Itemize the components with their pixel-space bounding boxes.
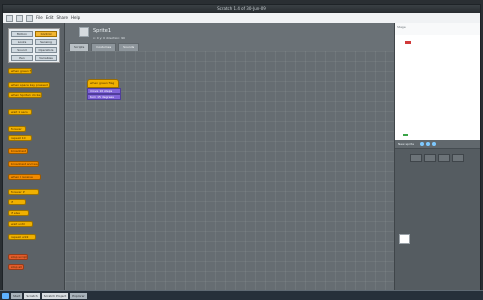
sprite-thumbnail-item[interactable] [438, 154, 450, 162]
start-icon[interactable] [2, 292, 9, 299]
sprite-position-readout: x: 0 y: 0 direction: 90 [93, 36, 125, 40]
taskbar-item[interactable]: Explorer [70, 292, 87, 299]
taskbar-item[interactable]: Scratch Project [41, 292, 69, 299]
category-sound[interactable]: Sound [11, 47, 33, 53]
palette-block[interactable]: repeat 10 [8, 135, 32, 141]
menu-file[interactable]: File [36, 13, 43, 23]
category-sensing[interactable]: Sensing [35, 39, 57, 45]
script-command-block[interactable]: turn 15 degrees [87, 94, 121, 100]
taskbar-item[interactable]: Start [11, 292, 23, 299]
desktop-screen: Scratch 1.4 of 30-Jun-09 File Edit Share… [0, 0, 483, 300]
tab-sounds[interactable]: Sounds [118, 43, 140, 51]
palette-block[interactable]: stop script [8, 254, 28, 260]
open-project-icon[interactable] [16, 14, 23, 22]
window-titlebar: Scratch 1.4 of 30-Jun-09 [3, 5, 480, 13]
blocks-panel: Motion Control Looks Sensing Sound Opera… [3, 23, 65, 291]
sprite-tools [420, 142, 436, 146]
palette-block[interactable]: broadcast [8, 148, 28, 154]
sprite-thumbnail-item[interactable] [424, 154, 436, 162]
palette-block[interactable]: forever if [8, 189, 39, 195]
sprite-list-panel: New sprite [395, 140, 480, 291]
palette-block[interactable]: wait 1 secs [8, 109, 32, 115]
category-looks[interactable]: Looks [11, 39, 33, 45]
sprite-thumbnail[interactable] [79, 27, 89, 37]
menu-edit[interactable]: Edit [46, 13, 54, 23]
save-project-icon[interactable] [26, 14, 33, 22]
new-project-icon[interactable] [6, 14, 13, 22]
random-sprite-icon[interactable] [432, 142, 436, 146]
sprite-thumbnails [410, 154, 464, 162]
taskbar: Start Scratch Scratch Project Explorer [0, 290, 483, 300]
taskbar-item[interactable]: Scratch [24, 292, 40, 299]
category-variables[interactable]: Variables [35, 55, 57, 61]
script-area: Sprite1 x: 0 y: 0 direction: 90 Scripts … [65, 23, 394, 291]
category-control[interactable]: Control [35, 31, 57, 37]
palette-block[interactable]: repeat until [8, 234, 36, 240]
tab-scripts[interactable]: Scripts [69, 43, 90, 51]
palette-block[interactable]: if else [8, 210, 29, 216]
tab-costumes[interactable]: Costumes [91, 43, 117, 51]
stage-view[interactable] [395, 35, 480, 141]
palette-block[interactable]: if [8, 199, 26, 205]
sprite-list-header: New sprite [395, 140, 480, 149]
menu-bar: File Edit Share Help [3, 13, 480, 23]
category-pen[interactable]: Pen [11, 55, 33, 61]
category-operators[interactable]: Operators [35, 47, 57, 53]
sprite-thumbnail-item[interactable] [452, 154, 464, 162]
script-canvas[interactable]: when green flag clicked move 10 steps tu… [65, 51, 394, 291]
palette-block[interactable]: stop all [8, 264, 24, 270]
stage-red-sprite[interactable] [405, 41, 411, 44]
sprite-info-header: Sprite1 x: 0 y: 0 direction: 90 Scripts … [65, 23, 394, 52]
paint-sprite-icon[interactable] [420, 142, 424, 146]
palette-block[interactable]: wait until [8, 221, 33, 227]
menu-share[interactable]: Share [56, 13, 68, 23]
category-selector: Motion Control Looks Sensing Sound Opera… [8, 28, 60, 63]
menu-help[interactable]: Help [71, 13, 80, 23]
stage-title: Stage [397, 25, 406, 29]
sprite-name-label: Sprite1 [93, 28, 112, 34]
stage-green-sprite[interactable] [403, 134, 408, 136]
palette-block[interactable]: forever [8, 126, 26, 132]
scratch-window: Scratch 1.4 of 30-Jun-09 File Edit Share… [2, 4, 481, 291]
selected-sprite-box[interactable] [399, 234, 410, 244]
choose-sprite-icon[interactable] [426, 142, 430, 146]
palette-block[interactable]: when Sprite1 clicked [8, 92, 42, 98]
palette-block[interactable]: broadcast and wait [8, 161, 39, 167]
editor-tabs: Scripts Costumes Sounds [69, 43, 140, 51]
stage-panel: Stage New sprite [394, 23, 480, 291]
category-motion[interactable]: Motion [11, 31, 33, 37]
palette-block[interactable]: when I receive [8, 174, 41, 180]
sprite-thumbnail-item[interactable] [410, 154, 422, 162]
script-hat-block[interactable]: when green flag clicked [87, 79, 119, 92]
palette-block[interactable]: when space key pressed [8, 82, 50, 88]
palette-block[interactable]: when green flag clicked [8, 68, 32, 74]
control-palette: when green flag clicked when space key p… [8, 68, 60, 278]
